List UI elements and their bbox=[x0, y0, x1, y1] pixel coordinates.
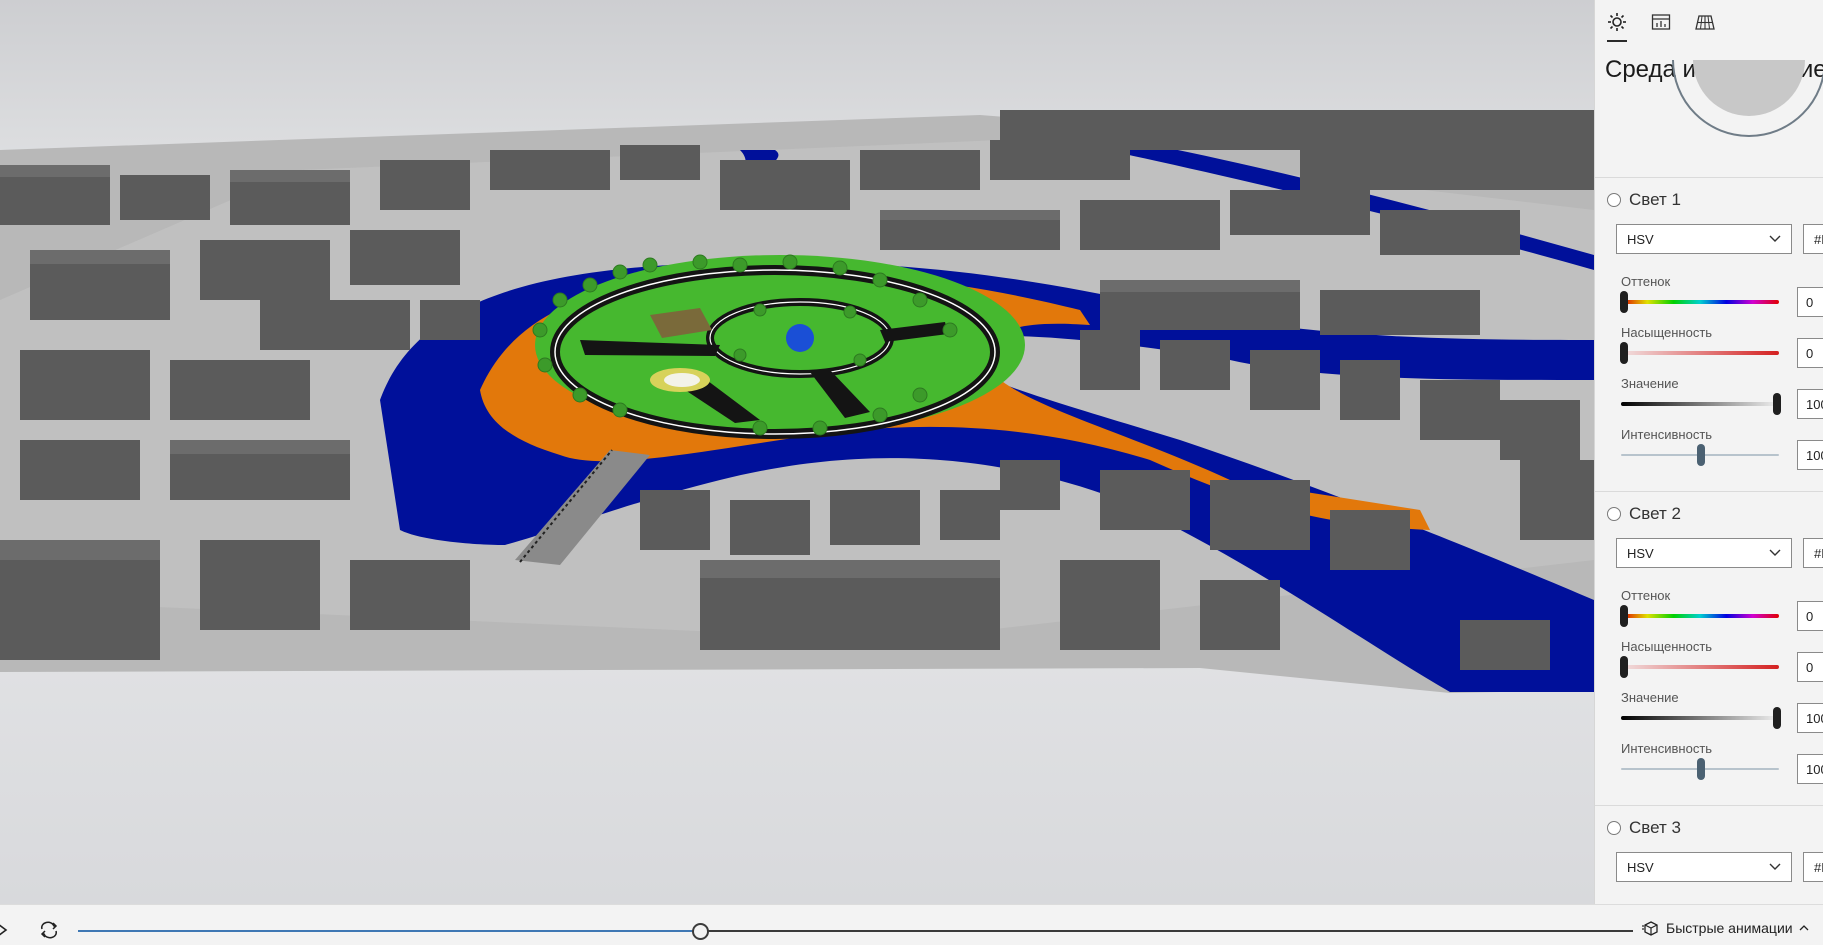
panel-tabbar bbox=[1595, 0, 1823, 44]
saturation-slider-track[interactable] bbox=[1621, 351, 1779, 355]
light-3-mode-value: HSV bbox=[1627, 859, 1654, 875]
quick-animations-button[interactable]: Быстрые анимации bbox=[1642, 920, 1809, 936]
intensity-slider-thumb[interactable] bbox=[1697, 758, 1705, 780]
chart-icon bbox=[1651, 14, 1671, 30]
light-2-value-row: Значение 100 bbox=[1595, 690, 1823, 734]
light-2-intensity-row: Интенсивность 100 bbox=[1595, 741, 1823, 785]
light-3-header[interactable]: Свет 3 bbox=[1607, 818, 1681, 838]
light-1-value-row: Значение 100 bbox=[1595, 376, 1823, 420]
chevron-down-icon bbox=[1769, 863, 1781, 870]
saturation-value: 0 bbox=[1806, 659, 1814, 675]
tab-environment[interactable] bbox=[1603, 8, 1631, 42]
3d-viewport[interactable] bbox=[0, 0, 1594, 904]
intensity-label: Интенсивность bbox=[1621, 427, 1713, 442]
value-label: Значение bbox=[1621, 690, 1679, 705]
intensity-label: Интенсивность bbox=[1621, 741, 1713, 756]
light-2-hex-input[interactable]: #FFFFFF bbox=[1803, 538, 1823, 568]
light-2-hue-row: Оттенок 0 bbox=[1595, 588, 1823, 632]
hue-value: 0 bbox=[1806, 294, 1814, 310]
saturation-slider-track[interactable] bbox=[1621, 665, 1779, 669]
saturation-value-input[interactable]: 0 bbox=[1797, 652, 1823, 682]
tab-grid[interactable] bbox=[1691, 8, 1719, 36]
saturation-slider-thumb[interactable] bbox=[1620, 342, 1628, 364]
plaza-white bbox=[664, 373, 700, 387]
intensity-value: 100 bbox=[1806, 447, 1823, 463]
hue-slider-track[interactable] bbox=[1621, 614, 1779, 618]
animation-cube-icon bbox=[1642, 921, 1658, 936]
play-icon bbox=[0, 924, 8, 936]
timeline-scrubber[interactable] bbox=[692, 923, 709, 940]
light-1-intensity-row: Интенсивность 100 bbox=[1595, 427, 1823, 471]
separator bbox=[1595, 491, 1823, 492]
light-2-label: Свет 2 bbox=[1629, 504, 1681, 523]
loop-icon bbox=[40, 921, 58, 939]
light-3-mode-select[interactable]: HSV bbox=[1616, 852, 1792, 882]
chevron-down-icon bbox=[1769, 549, 1781, 556]
intensity-slider-thumb[interactable] bbox=[1697, 444, 1705, 466]
light-1-hex-input[interactable]: #FFFFFF bbox=[1803, 224, 1823, 254]
light-2-saturation-row: Насыщенность 0 bbox=[1595, 639, 1823, 683]
saturation-label: Насыщенность bbox=[1621, 639, 1713, 654]
light-3-radio[interactable] bbox=[1607, 821, 1621, 835]
light-1-mode-value: HSV bbox=[1627, 231, 1654, 247]
light-1-radio[interactable] bbox=[1607, 193, 1621, 207]
chevron-down-icon bbox=[1769, 235, 1781, 242]
environment-panel: Среда и освещение Свет 1 HSV #FFFFFF Отт… bbox=[1594, 0, 1823, 904]
value-value-input[interactable]: 100 bbox=[1797, 703, 1823, 733]
intensity-value-input[interactable]: 100 bbox=[1797, 754, 1823, 784]
light-1-mode-select[interactable]: HSV bbox=[1616, 224, 1792, 254]
hue-slider-thumb[interactable] bbox=[1620, 605, 1628, 627]
hue-label: Оттенок bbox=[1621, 588, 1671, 603]
saturation-value-input[interactable]: 0 bbox=[1797, 338, 1823, 368]
hue-value-input[interactable]: 0 bbox=[1797, 287, 1823, 317]
light-2-mode-select[interactable]: HSV bbox=[1616, 538, 1792, 568]
hue-value: 0 bbox=[1806, 608, 1814, 624]
light-2-hex-value: #FFFFFF bbox=[1814, 545, 1823, 561]
hue-slider-thumb[interactable] bbox=[1620, 291, 1628, 313]
value-slider-thumb[interactable] bbox=[1773, 393, 1781, 415]
saturation-slider-thumb[interactable] bbox=[1620, 656, 1628, 678]
play-button[interactable] bbox=[0, 919, 8, 941]
light-1-hex-value: #FFFFFF bbox=[1814, 231, 1823, 247]
quick-animations-label: Быстрые анимации bbox=[1666, 920, 1793, 936]
light-3-label: Свет 3 bbox=[1629, 818, 1681, 837]
intensity-value: 100 bbox=[1806, 761, 1823, 777]
hue-label: Оттенок bbox=[1621, 274, 1671, 289]
value-value: 100 bbox=[1806, 396, 1823, 412]
fountain bbox=[786, 324, 814, 352]
value-value-input[interactable]: 100 bbox=[1797, 389, 1823, 419]
light-2-header[interactable]: Свет 2 bbox=[1607, 504, 1681, 524]
saturation-value: 0 bbox=[1806, 345, 1814, 361]
value-label: Значение bbox=[1621, 376, 1679, 391]
sun-position-dial[interactable] bbox=[1671, 60, 1823, 156]
hue-value-input[interactable]: 0 bbox=[1797, 601, 1823, 631]
separator bbox=[1595, 177, 1823, 178]
light-3-hex-value: #FFFFFF bbox=[1814, 859, 1823, 875]
light-1-label: Свет 1 bbox=[1629, 190, 1681, 209]
value-value: 100 bbox=[1806, 710, 1823, 726]
light-3-hex-input[interactable]: #FFFFFF bbox=[1803, 852, 1823, 882]
city-scene bbox=[0, 110, 1594, 693]
tab-stats[interactable] bbox=[1647, 8, 1675, 36]
value-slider-track[interactable] bbox=[1621, 716, 1779, 720]
intensity-value-input[interactable]: 100 bbox=[1797, 440, 1823, 470]
value-slider-track[interactable] bbox=[1621, 402, 1779, 406]
animation-timeline: Быстрые анимации bbox=[0, 904, 1823, 945]
separator bbox=[1595, 805, 1823, 806]
hue-slider-track[interactable] bbox=[1621, 300, 1779, 304]
light-1-saturation-row: Насыщенность 0 bbox=[1595, 325, 1823, 369]
light-1-header[interactable]: Свет 1 bbox=[1607, 190, 1681, 210]
value-slider-thumb[interactable] bbox=[1773, 707, 1781, 729]
light-2-radio[interactable] bbox=[1607, 507, 1621, 521]
light-2-mode-value: HSV bbox=[1627, 545, 1654, 561]
grid-icon bbox=[1695, 15, 1715, 30]
timeline-progress bbox=[78, 930, 700, 932]
saturation-label: Насыщенность bbox=[1621, 325, 1713, 340]
light-1-hue-row: Оттенок 0 bbox=[1595, 274, 1823, 318]
chevron-up-icon bbox=[1799, 925, 1809, 931]
loop-button[interactable] bbox=[38, 919, 60, 941]
sun-icon bbox=[1608, 13, 1626, 31]
